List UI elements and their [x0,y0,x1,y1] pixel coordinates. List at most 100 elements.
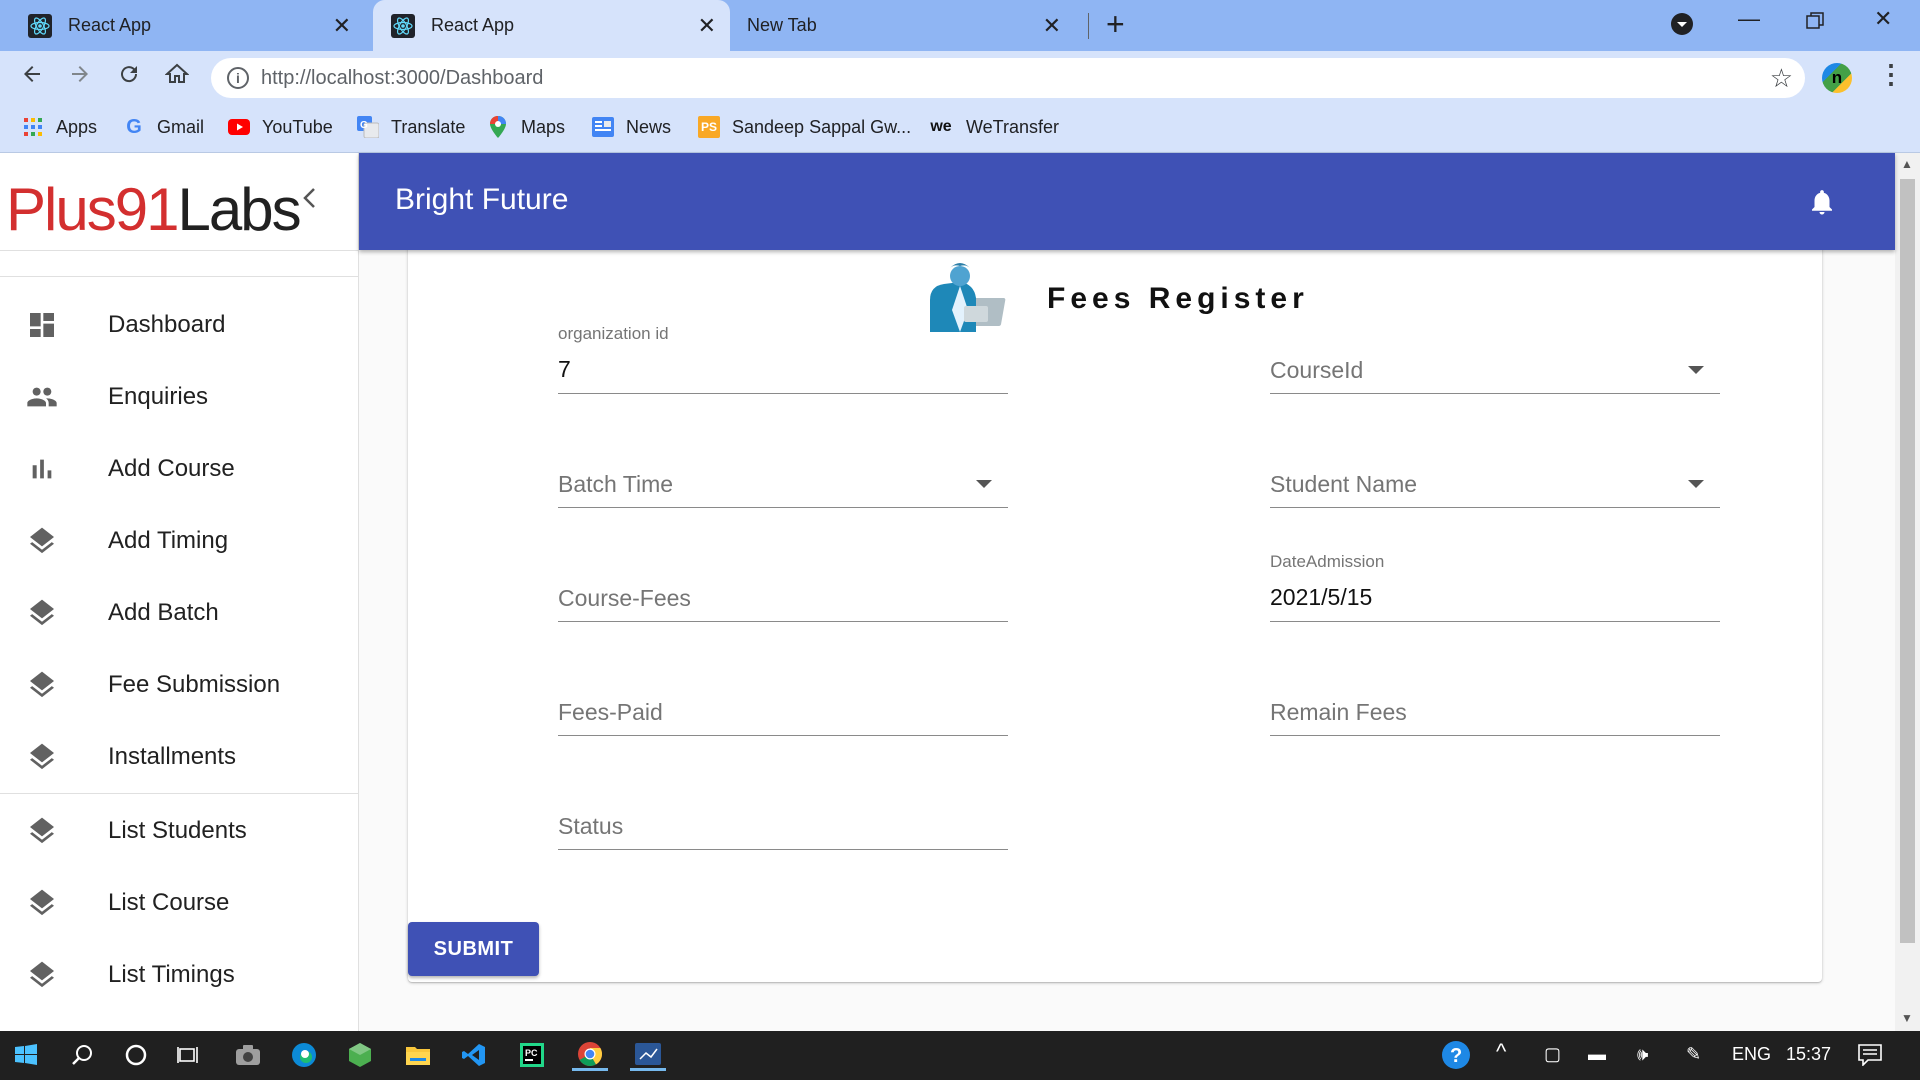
bookmark-wetransfer[interactable]: we WeTransfer [928,116,1059,138]
sidebar-item-fee-submission[interactable]: Fee Submission [0,649,358,721]
profile-avatar[interactable]: n [1822,63,1852,93]
browser-tab-active[interactable]: React App ✕ [373,0,730,51]
course-fees-field[interactable]: Course-Fees [558,552,1008,622]
bookmark-apps[interactable]: Apps [22,116,97,138]
sidebar-item-add-course[interactable]: Add Course [0,433,358,505]
sidebar-item-label: Dashboard [108,311,226,338]
search-icon[interactable] [66,1039,98,1071]
bookmark-label: News [626,116,672,137]
chevron-up-icon[interactable]: ^ [1496,1039,1506,1065]
help-icon[interactable]: ? [1440,1039,1472,1071]
scroll-up-arrow-icon[interactable]: ▲ [1901,157,1913,171]
address-bar[interactable]: i http://localhost:3000/Dashboard ☆ [211,58,1805,98]
meet-now-icon[interactable]: ▢ [1544,1044,1561,1065]
windows-start-icon[interactable] [10,1039,42,1071]
battery-icon[interactable]: ▬ [1588,1044,1606,1065]
site-info-icon[interactable]: i [227,67,249,89]
sidebar-item-list-students[interactable]: List Students [0,795,358,867]
vscode-icon[interactable] [458,1039,490,1071]
bookmark-translate[interactable]: G Translate [357,116,465,138]
submit-button[interactable]: SUBMIT [408,922,539,976]
app-hexagon-icon[interactable] [344,1039,376,1071]
task-view-icon[interactable] [172,1039,204,1071]
scroll-down-arrow-icon[interactable]: ▼ [1901,1011,1913,1025]
course-id-select[interactable]: CourseId [1270,324,1720,394]
bookmark-youtube[interactable]: YouTube [228,116,333,138]
browser-tab[interactable]: New Tab ✕ [730,0,1075,51]
clock[interactable]: 15:37 [1786,1044,1831,1065]
browser-tab[interactable]: React App ✕ [0,0,365,51]
svg-text:?: ? [1450,1045,1462,1067]
file-explorer-icon[interactable] [402,1039,434,1071]
minimize-window-button[interactable]: — [1738,6,1760,32]
ps-icon: PS [698,116,720,138]
sidebar-item-label: Add Timing [108,527,229,554]
sidebar-item-list-course[interactable]: List Course [0,867,358,939]
page-title: Bright Future [395,183,569,216]
remain-fees-field[interactable]: Remain Fees [1270,666,1720,736]
field-label: Student Name [1270,471,1418,497]
react-icon [391,13,415,38]
sidebar-item-installments[interactable]: Installments [0,721,358,793]
volume-icon[interactable]: 🕪 [1637,1044,1648,1065]
status-field[interactable]: Status [558,780,1008,850]
chevron-left-icon[interactable] [300,185,320,217]
new-tab-button[interactable]: + [1106,6,1125,43]
sidebar-item-add-batch[interactable]: Add Batch [0,577,358,649]
bookmark-sandeep[interactable]: PS Sandeep Sappal Gw... [698,116,911,138]
cortana-icon[interactable] [120,1039,152,1071]
edge-browser-icon[interactable] [288,1039,320,1071]
svg-text:G: G [360,120,368,131]
bookmark-news[interactable]: News [592,116,671,138]
browser-tab-strip: React App ✕ React App ✕ New Tab ✕ + — ✕ [0,0,1920,51]
google-icon: G [126,115,142,138]
bookmark-star-icon[interactable]: ☆ [1770,63,1793,94]
bookmark-label: Gmail [157,116,205,137]
reload-icon [121,66,138,83]
close-window-button[interactable]: ✕ [1874,6,1892,32]
sidebar-item-add-timing[interactable]: Add Timing [0,505,358,577]
tab-search-button[interactable] [1670,12,1694,42]
bookmark-gmail[interactable]: G Gmail [123,116,204,138]
fees-paid-field[interactable]: Fees-Paid [558,666,1008,736]
browser-menu-icon[interactable]: ⋮ [1878,59,1904,90]
layers-icon [30,527,54,554]
sidebar-item-dashboard[interactable]: Dashboard [0,289,358,361]
field-label: Fees-Paid [558,699,663,725]
language-indicator[interactable]: ENG [1732,1044,1771,1065]
chevron-down-icon [1671,13,1693,35]
page-scrollbar[interactable]: ▲ ▼ [1895,153,1920,1031]
student-name-select[interactable]: Student Name [1270,438,1720,508]
terminal-app-icon[interactable] [630,1039,666,1071]
sidebar-item-list-timings[interactable]: List Timings [0,939,358,1011]
date-admission-field[interactable]: DateAdmission 2021/5/15 [1270,552,1720,622]
forward-button[interactable] [64,62,96,93]
close-tab-icon[interactable]: ✕ [1043,13,1061,39]
close-tab-icon[interactable]: ✕ [333,13,351,39]
bell-icon[interactable] [1807,185,1837,219]
sidebar-item-enquiries[interactable]: Enquiries [0,361,358,433]
restore-window-button[interactable] [1806,10,1824,36]
bookmark-label: Maps [521,116,566,137]
camera-app-icon[interactable] [232,1039,264,1071]
batch-time-select[interactable]: Batch Time [558,438,1008,508]
layers-icon [30,599,54,626]
home-button[interactable] [161,62,193,93]
bookmark-label: YouTube [262,116,333,137]
reload-button[interactable] [113,62,145,93]
sidebar: Plus91Labs Dashboard Enquiries Add Cours… [0,153,359,1031]
divider [0,793,358,794]
close-tab-icon[interactable]: ✕ [698,13,716,39]
back-button[interactable] [16,62,48,93]
bookmarks-bar: Apps G Gmail YouTube G Translate Maps Ne… [0,104,1920,153]
scrollbar-thumb[interactable] [1900,179,1915,943]
chrome-taskbar-icon[interactable] [572,1039,608,1071]
pen-icon[interactable]: ✎ [1686,1044,1701,1065]
pycharm-icon[interactable]: PC [516,1039,548,1071]
notifications-icon[interactable] [1858,1044,1882,1071]
organization-id-field[interactable]: organization id 7 [558,324,1008,394]
browser-toolbar: i http://localhost:3000/Dashboard ☆ n ⋮ [0,51,1920,104]
bookmark-maps[interactable]: Maps [487,116,565,138]
sidebar-item-label: List Students [108,817,247,844]
tab-title: React App [431,15,515,35]
